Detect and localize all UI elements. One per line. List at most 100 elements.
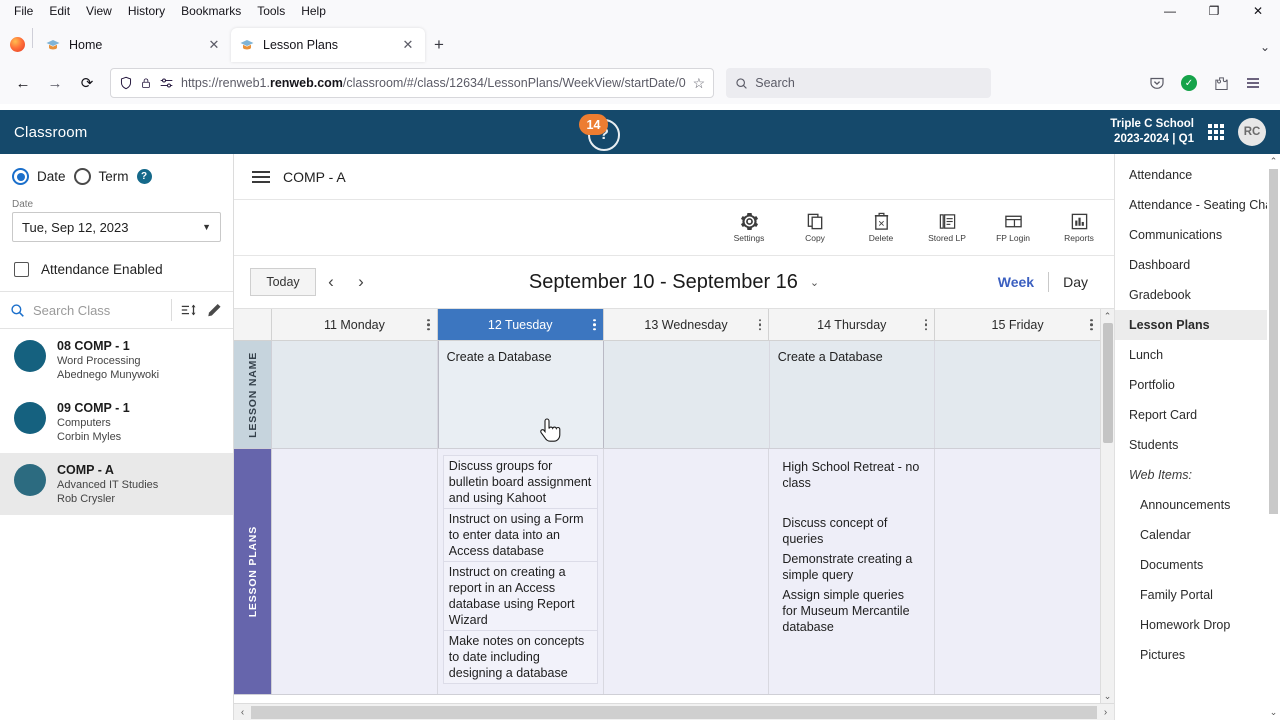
lesson-name-cell-monday[interactable]: [272, 341, 438, 448]
attendance-enabled-row[interactable]: Attendance Enabled: [0, 242, 233, 291]
scroll-up-icon[interactable]: ⌃: [1101, 309, 1114, 323]
day-header-tuesday[interactable]: 12 Tuesday: [437, 309, 604, 340]
stored-lp-button[interactable]: Stored LP: [926, 212, 968, 243]
lesson-name-cell-friday[interactable]: [935, 341, 1100, 448]
lesson-plan-entry[interactable]: Instruct on using a Form to enter data i…: [443, 509, 597, 562]
horizontal-scroll-thumb[interactable]: [251, 705, 1097, 719]
class-item-comp-a[interactable]: COMP - A Advanced IT Studies Rob Crysler: [0, 453, 233, 515]
app-brand[interactable]: Classroom: [14, 124, 87, 141]
tab-lesson-plans[interactable]: Lesson Plans ✕: [231, 28, 425, 62]
sidebar-item-gradebook[interactable]: Gradebook: [1115, 280, 1280, 310]
lesson-plan-entry[interactable]: Discuss groups for bulletin board assign…: [443, 456, 597, 509]
radio-date[interactable]: [12, 168, 29, 185]
sidebar-item-family-portal[interactable]: Family Portal: [1115, 580, 1280, 610]
lesson-plans-cell-friday[interactable]: [935, 449, 1100, 694]
maximize-button[interactable]: ❐: [1192, 0, 1236, 22]
app-menu-icon[interactable]: [1238, 68, 1268, 98]
save-to-pocket-icon[interactable]: [1142, 68, 1172, 98]
help-button[interactable]: ? 14: [576, 113, 632, 157]
sidebar-item-calendar[interactable]: Calendar: [1115, 520, 1280, 550]
new-tab-button[interactable]: +: [425, 31, 453, 59]
menu-tools[interactable]: Tools: [249, 2, 293, 20]
right-scroll-thumb[interactable]: [1269, 169, 1278, 514]
week-view-tab[interactable]: Week: [998, 274, 1034, 290]
delete-button[interactable]: ✕ Delete: [860, 212, 902, 243]
search-icon[interactable]: [10, 303, 25, 318]
day-view-tab[interactable]: Day: [1063, 274, 1088, 290]
list-all-tabs-icon[interactable]: ⌄: [1260, 40, 1270, 54]
close-button[interactable]: ✕: [1236, 0, 1280, 22]
vertical-scroll-thumb[interactable]: [1103, 323, 1113, 443]
day-header-friday[interactable]: 15 Friday: [935, 309, 1100, 340]
forward-button[interactable]: →: [40, 68, 70, 98]
menu-help[interactable]: Help: [293, 2, 334, 20]
attendance-enabled-checkbox[interactable]: [14, 262, 29, 277]
lesson-plan-entry-blank[interactable]: [777, 493, 926, 513]
lesson-name-cell-tuesday[interactable]: Create a Database: [437, 341, 605, 448]
day-menu-icon[interactable]: [427, 318, 430, 331]
day-menu-icon[interactable]: [758, 318, 762, 331]
sidebar-item-homework-drop[interactable]: Homework Drop: [1115, 610, 1280, 640]
sidebar-item-communications[interactable]: Communications: [1115, 220, 1280, 250]
day-menu-icon[interactable]: [593, 318, 596, 331]
app-switcher-icon[interactable]: [1208, 124, 1224, 140]
scroll-up-icon[interactable]: ⌃: [1267, 154, 1280, 169]
scroll-down-icon[interactable]: ⌄: [1101, 689, 1114, 703]
today-button[interactable]: Today: [250, 268, 316, 296]
sidebar-item-dashboard[interactable]: Dashboard: [1115, 250, 1280, 280]
minimize-button[interactable]: —: [1148, 0, 1192, 22]
scroll-right-icon[interactable]: ›: [1097, 707, 1114, 718]
next-week-icon[interactable]: ›: [346, 267, 376, 297]
lesson-name-cell-thursday[interactable]: Create a Database: [769, 341, 936, 448]
sidebar-item-attendance[interactable]: Attendance: [1115, 160, 1280, 190]
hamburger-icon[interactable]: [252, 170, 270, 183]
day-menu-icon[interactable]: [924, 318, 928, 331]
avatar[interactable]: RC: [1238, 118, 1266, 146]
extensions-icon[interactable]: [1206, 68, 1236, 98]
tab-home-close-icon[interactable]: ✕: [205, 36, 223, 54]
lesson-plans-cell-monday[interactable]: [272, 449, 438, 694]
scroll-down-icon[interactable]: ⌄: [1267, 705, 1280, 720]
radio-term[interactable]: [73, 168, 91, 185]
settings-button[interactable]: Settings: [728, 212, 770, 243]
search-bar[interactable]: Search: [726, 68, 992, 98]
reports-button[interactable]: Reports: [1058, 212, 1100, 243]
sidebar-item-lunch[interactable]: Lunch: [1115, 340, 1280, 370]
sidebar-item-documents[interactable]: Documents: [1115, 550, 1280, 580]
tab-lesson-plans-close-icon[interactable]: ✕: [399, 36, 417, 54]
sidebar-item-lesson-plans[interactable]: Lesson Plans: [1115, 310, 1280, 340]
help-icon[interactable]: ?: [136, 169, 152, 184]
bookmark-star-icon[interactable]: ☆: [693, 75, 706, 92]
copy-button[interactable]: Copy: [794, 212, 836, 243]
lesson-plans-cell-thursday[interactable]: High School Retreat - no class Discuss c…: [769, 449, 936, 694]
fp-login-button[interactable]: FP Login: [992, 212, 1034, 243]
chevron-down-icon[interactable]: ⌄: [810, 276, 819, 289]
menu-file[interactable]: File: [6, 2, 41, 20]
sidebar-item-students[interactable]: Students: [1115, 430, 1280, 460]
menu-edit[interactable]: Edit: [41, 2, 78, 20]
sidebar-item-attendance-seating-chart[interactable]: Attendance - Seating Chart: [1115, 190, 1280, 220]
day-menu-icon[interactable]: [1090, 318, 1093, 331]
lesson-plan-entry[interactable]: High School Retreat - no class: [777, 457, 926, 493]
sidebar-item-pictures[interactable]: Pictures: [1115, 640, 1280, 670]
sort-icon[interactable]: [180, 302, 198, 318]
day-header-monday[interactable]: 11 Monday: [272, 309, 438, 340]
date-select[interactable]: Tue, Sep 12, 2023 ▼: [12, 212, 221, 242]
class-item-08-comp-1[interactable]: 08 COMP - 1 Word Processing Abednego Mun…: [0, 329, 233, 391]
address-bar[interactable]: https://renweb1.renweb.com/classroom/#/c…: [110, 68, 715, 98]
lesson-plan-entry[interactable]: Demonstrate creating a simple query: [777, 549, 926, 585]
tab-home[interactable]: Home ✕: [37, 28, 231, 62]
right-sidebar-scrollbar[interactable]: ⌃ ⌄: [1267, 154, 1280, 720]
day-header-wednesday[interactable]: 13 Wednesday: [604, 309, 770, 340]
sidebar-item-report-card[interactable]: Report Card: [1115, 400, 1280, 430]
pencil-icon[interactable]: [206, 302, 223, 318]
lesson-plan-entry[interactable]: Instruct on creating a report in an Acce…: [443, 562, 597, 631]
search-class-input[interactable]: Search Class: [33, 303, 163, 318]
sidebar-item-announcements[interactable]: Announcements: [1115, 490, 1280, 520]
lesson-plans-cell-tuesday[interactable]: Discuss groups for bulletin board assign…: [437, 449, 604, 694]
lesson-plan-entry[interactable]: Discuss concept of queries: [777, 513, 926, 549]
lesson-plan-entry[interactable]: Make notes on concepts to date including…: [444, 631, 597, 683]
account-verified-icon[interactable]: ✓: [1174, 68, 1204, 98]
calendar-horizontal-scrollbar[interactable]: ‹ ›: [234, 703, 1114, 720]
calendar-vertical-scrollbar[interactable]: ⌃ ⌄: [1100, 309, 1114, 703]
